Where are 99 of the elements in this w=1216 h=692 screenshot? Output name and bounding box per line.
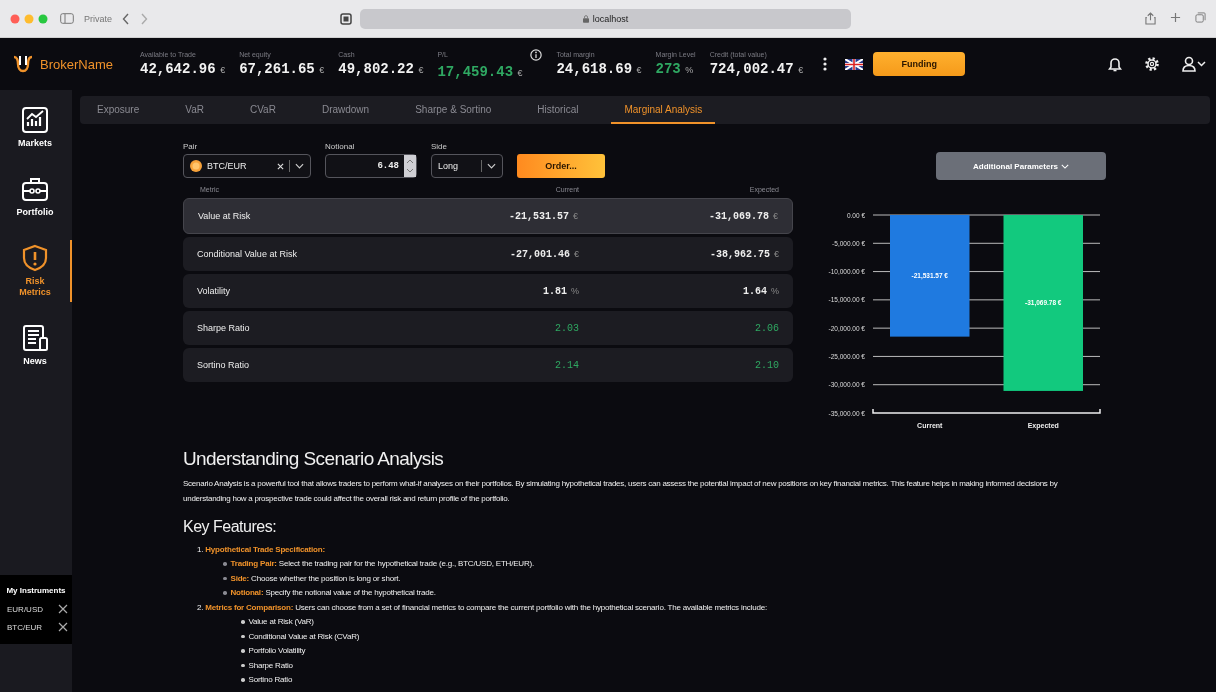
address-bar[interactable]: localhost <box>360 8 851 29</box>
list-item: Value at Risk (VaR) <box>248 617 314 627</box>
chevron-down-icon[interactable] <box>295 163 304 169</box>
bell-icon[interactable] <box>1108 56 1122 72</box>
settings-icon[interactable] <box>1144 56 1160 72</box>
metric-name: Sharpe Ratio <box>197 323 251 333</box>
back-icon[interactable] <box>122 12 130 25</box>
metric-value: 2.03 <box>554 322 579 334</box>
metric-name: Conditional Value at Risk <box>197 249 298 259</box>
section-heading: Key Features: <box>183 518 278 536</box>
metric-value: -38,962.75 € <box>708 248 779 260</box>
nav-item[interactable]: News <box>0 320 72 371</box>
instrument-name[interactable]: EUR/USD <box>7 604 43 614</box>
list-item: Sharpe Ratio <box>248 660 293 670</box>
list-item: Side: Choose whether the position is long or short. <box>230 573 401 583</box>
bullet-icon <box>223 576 227 580</box>
clear-icon[interactable] <box>277 162 284 170</box>
metric-value: -31,069.78 € <box>707 210 778 222</box>
tab[interactable]: Marginal Analysis <box>611 96 716 124</box>
list-item: Portfolio Volatility <box>248 646 306 656</box>
metric-value: -21,531.57 € <box>507 210 578 222</box>
bullet-icon <box>223 591 227 595</box>
tab[interactable]: Drawdown <box>308 96 383 124</box>
stat-value: 67,261.65 € <box>239 61 325 77</box>
nav-item[interactable]: Portfolio <box>0 171 72 222</box>
share-icon[interactable] <box>1145 12 1156 25</box>
bullet-icon <box>241 634 245 638</box>
bullet-icon <box>241 649 245 653</box>
notional-input[interactable]: 6.48 <box>325 154 417 178</box>
briefcase-icon <box>21 175 49 203</box>
tab[interactable]: Sharpe & Sortino <box>402 96 505 124</box>
metric-value: 2.10 <box>754 359 779 371</box>
metric-value: 2.06 <box>754 322 779 334</box>
user-menu-icon[interactable] <box>1182 56 1206 72</box>
stat-value: 49,802.22 € <box>338 61 424 77</box>
section-heading: Understanding Scenario Analysis <box>183 448 445 470</box>
newspaper-icon <box>21 324 49 352</box>
metric-row[interactable]: Conditional Value at Risk -27,001.46 € -38,962.75 € <box>183 237 793 271</box>
metric-value: -27,001.46 € <box>508 248 579 260</box>
info-icon[interactable] <box>530 48 543 61</box>
list-item: Trading Pair: Select the trading pair for the hypothetical trade (e.g., BTC/USD, ETH/EUR). <box>230 559 534 569</box>
metric-name: Volatility <box>197 286 232 296</box>
metric-name: Value at Risk <box>198 211 252 221</box>
nav-item[interactable]: Risk Metrics <box>0 240 72 302</box>
metric-row[interactable]: Sortino Ratio 2.14 2.10 <box>183 348 793 382</box>
flag-icon[interactable] <box>845 58 864 70</box>
metric-row[interactable]: Value at Risk -21,531.57 € -31,069.78 € <box>183 198 793 234</box>
metric-name: Sortino Ratio <box>197 360 251 370</box>
more-icon[interactable] <box>823 57 828 71</box>
intro-paragraph: Scenario Analysis is a powerful tool that allows traders to perform what-if analyses on their portfolios. By simulating hypothetical trades, users can assess the potential impact of new positions on key financial metrics. This feature helps in making informed decisions by understanding how a prospective trade could affect the overall risk and return profile of the portfolio. <box>183 478 1059 505</box>
list-item: Notional: Specify the notional value of the hypothetical trade. <box>230 588 436 598</box>
metric-value: 2.14 <box>554 359 579 371</box>
bullet-icon <box>241 663 245 667</box>
shield-alert-icon <box>21 244 49 272</box>
metric-value: 1.64 % <box>741 285 779 297</box>
stat-value: 273 % <box>655 61 695 77</box>
tab[interactable]: Exposure <box>84 96 153 124</box>
list-item: 1. Hypothetical Trade Specification: <box>197 544 325 554</box>
nav-item[interactable]: Markets <box>0 102 72 153</box>
metric-value: 1.81 % <box>541 285 579 297</box>
tab[interactable]: CVaR <box>236 96 289 124</box>
tab[interactable]: Historical <box>524 96 592 124</box>
stat-value: 724,002.47 € <box>709 61 804 77</box>
tab-overview-icon[interactable] <box>340 12 352 25</box>
metric-row[interactable]: Sharpe Ratio 2.03 2.06 <box>183 311 793 345</box>
sidebar-toggle-icon[interactable] <box>60 13 74 24</box>
pair-select[interactable]: BTC/EUR <box>183 154 311 178</box>
coin-icon <box>190 160 202 172</box>
chart-icon <box>21 106 49 134</box>
chevron-down-icon[interactable] <box>487 163 496 169</box>
side-select[interactable]: Long <box>431 154 503 178</box>
stat-value: 42,642.96 € <box>140 61 226 77</box>
bullet-icon <box>241 620 245 624</box>
lock-icon <box>582 14 589 23</box>
bullet-icon <box>241 678 245 682</box>
metric-row[interactable]: Volatility 1.81 % 1.64 % <box>183 274 793 308</box>
order-button[interactable]: Order... <box>517 154 605 178</box>
close-icon[interactable] <box>58 604 68 614</box>
brand-name: BrokerName <box>40 56 113 72</box>
instrument-name[interactable]: BTC/EUR <box>7 622 43 632</box>
field-label: Notional <box>325 142 356 151</box>
funding-button[interactable]: Funding <box>873 52 966 76</box>
list-item: Sortino Ratio <box>248 675 293 685</box>
field-label: Side <box>431 142 448 151</box>
close-icon[interactable] <box>58 622 68 632</box>
bullet-icon <box>223 562 227 566</box>
new-tab-icon[interactable] <box>1170 12 1181 23</box>
list-item: 2. Metrics for Comparison: Users can choose from a set of financial metrics to compare the current portfolio with the hypothetical scenario. The available metrics include: <box>197 602 767 612</box>
panel-title: My Instruments <box>5 585 67 596</box>
field-label: Pair <box>183 142 199 151</box>
list-item: Conditional Value at Risk (CVaR) <box>248 631 360 641</box>
tab[interactable]: VaR <box>172 96 217 124</box>
parameters-button[interactable]: Additional Parameters <box>936 152 1106 180</box>
logo-icon <box>12 54 34 74</box>
chevron-down-icon <box>1060 163 1069 169</box>
stepper-icon[interactable] <box>404 155 416 177</box>
stat-value: 24,618.69 € <box>556 61 642 77</box>
stat-value: 17,459.43 € <box>437 63 524 80</box>
private-label: Private <box>84 13 112 24</box>
